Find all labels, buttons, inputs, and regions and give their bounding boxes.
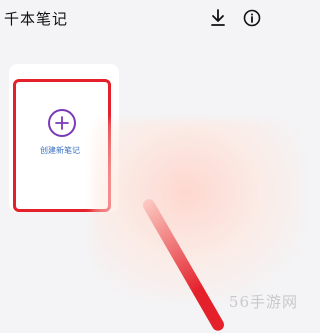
create-note-button[interactable] bbox=[48, 109, 76, 137]
download-button[interactable] bbox=[208, 8, 228, 28]
app-title: 千本笔记 bbox=[4, 10, 69, 28]
watermark: 56手游网 bbox=[228, 293, 298, 311]
download-icon bbox=[211, 9, 225, 26]
info-button[interactable] bbox=[242, 8, 262, 28]
blur-overlay bbox=[92, 120, 304, 300]
plus-icon bbox=[55, 116, 69, 130]
info-icon bbox=[243, 9, 261, 27]
create-note-label: 创建新笔记 bbox=[40, 146, 80, 155]
